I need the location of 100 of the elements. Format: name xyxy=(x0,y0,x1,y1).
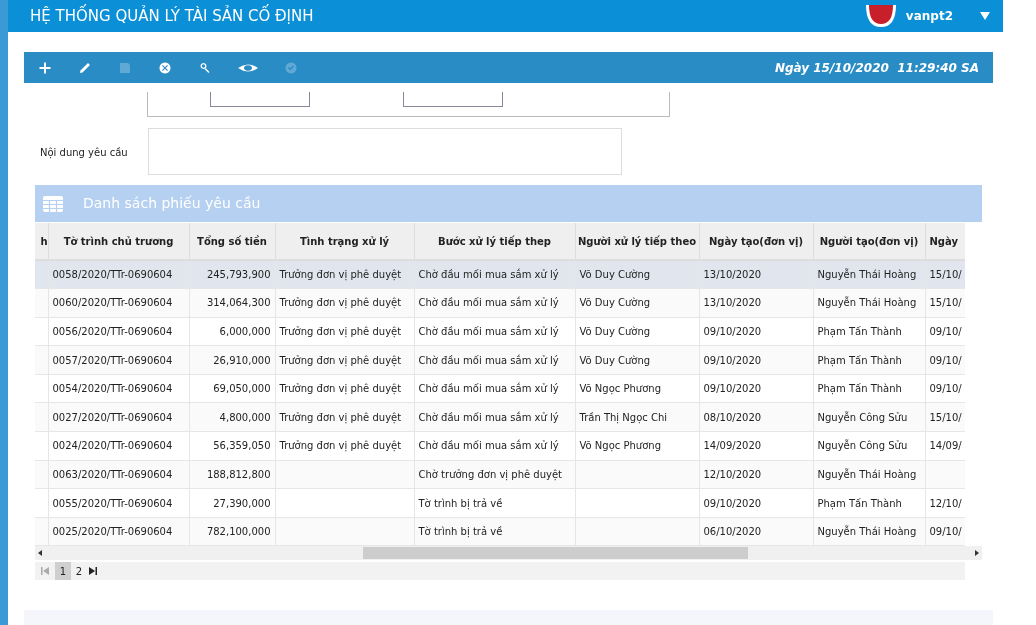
table-row[interactable]: 0054/2020/TTr-0690604 69,050,000 Trưởng đơn vị phê duyệt Chờ đầu mối mua sắm xử lý Võ Ngọc Phương 09/10/2020 Phạm Tấn Thành 09/10/ xyxy=(35,374,965,403)
table-row[interactable]: 0060/2020/TTr-0690604 314,064,300 Trưởng đơn vị phê duyệt Chờ đầu mối mua sắm xử lý Võ Duy Cường 13/10/2020 Nguyễn Thái Hoàng 15/10/ xyxy=(35,288,965,318)
table-cell: 09/10/2020 xyxy=(703,383,762,395)
table-cell: 09/10/ xyxy=(929,383,962,395)
input-field[interactable] xyxy=(403,92,503,107)
table-cell: 14/09/ xyxy=(929,440,962,452)
table-cell: Chờ đầu mối mua sắm xử lý xyxy=(418,411,559,423)
table-icon xyxy=(43,195,63,212)
date-time: Ngày 15/10/2020 11:29:40 SA xyxy=(774,59,979,77)
table-cell: Chờ đầu mối mua sắm xử lý xyxy=(418,383,559,395)
table-cell: 56,359,050 xyxy=(213,440,271,452)
table-cell: Trưởng đơn vị phê duyệt xyxy=(279,383,402,395)
logo-icon xyxy=(865,5,896,27)
table-cell: 0055/2020/TTr-0690604 xyxy=(52,497,173,509)
table-cell: 27,390,000 xyxy=(213,497,271,509)
field-label: Nội dung yêu cầu xyxy=(40,146,128,160)
table-cell: 314,064,300 xyxy=(206,297,271,309)
table-cell: Nguyễn Thái Hoàng xyxy=(817,526,917,538)
table-cell: Chờ đầu mối mua sắm xử lý xyxy=(418,354,559,366)
table-cell: 782,100,000 xyxy=(206,526,271,538)
table-cell: 15/10/ xyxy=(929,411,962,423)
table-cell: Chờ trưởng đơn vị phê duyệt xyxy=(418,468,563,480)
table-cell: Võ Ngọc Phương xyxy=(579,440,661,452)
table-cell: 14/09/2020 xyxy=(703,440,762,452)
table-cell: 0027/2020/TTr-0690604 xyxy=(52,411,173,423)
table-cell: Phạm Tấn Thành xyxy=(817,497,902,509)
add-icon[interactable] xyxy=(38,60,52,75)
table-cell: Nguyễn Công Sửu xyxy=(817,411,908,423)
delete-icon[interactable] xyxy=(158,60,172,75)
table-row[interactable]: 0063/2020/TTr-0690604 188,812,800 Chờ trưởng đơn vị phê duyệt 12/10/2020 Nguyễn Thái Hoàng xyxy=(35,460,965,489)
table-cell: Nguyễn Công Sửu xyxy=(817,440,908,452)
table-cell: 13/10/2020 xyxy=(703,269,762,281)
table-cell: Nguyễn Thái Hoàng xyxy=(817,297,917,309)
table-cell: 13/10/2020 xyxy=(703,297,762,309)
table-row[interactable]: 0024/2020/TTr-0690604 56,359,050 Trưởng đơn vị phê duyệt Chờ đầu mối mua sắm xử lý Võ Ngọc Phương 14/09/2020 Nguyễn Công Sửu 14/09/ xyxy=(35,431,965,461)
table-cell: 26,910,000 xyxy=(213,354,271,366)
table-cell: 09/10/ xyxy=(929,526,962,538)
table-row[interactable]: 0055/2020/TTr-0690604 27,390,000 Tờ trình bị trả về 09/10/2020 Phạm Tấn Thành 12/10/ xyxy=(35,488,965,518)
horizontal-scrollbar[interactable] xyxy=(35,546,982,560)
table-cell: 08/10/2020 xyxy=(703,411,762,423)
first-page-icon[interactable] xyxy=(39,565,51,577)
table-row[interactable]: 0057/2020/TTr-0690604 26,910,000 Trưởng đơn vị phê duyệt Chờ đầu mối mua sắm xử lý Võ Duy Cường 09/10/2020 Phạm Tấn Thành 09/10/ xyxy=(35,345,965,375)
search-icon[interactable] xyxy=(198,60,212,75)
table-row[interactable]: 0025/2020/TTr-0690604 782,100,000 Tờ trình bị trả về 06/10/2020 Nguyễn Thái Hoàng 09/10/ xyxy=(35,517,965,546)
page-button[interactable]: 2 xyxy=(71,562,87,580)
table-cell: 69,050,000 xyxy=(213,383,271,395)
table-cell: 09/10/ xyxy=(929,326,962,337)
table-cell: Nguyễn Thái Hoàng xyxy=(817,468,917,480)
table-cell: 0056/2020/TTr-0690604 xyxy=(52,326,173,337)
table-cell: Phạm Tấn Thành xyxy=(817,383,902,395)
table-cell: Trưởng đơn vị phê duyệt xyxy=(279,269,402,281)
user-name[interactable]: vanpt2 xyxy=(905,10,953,21)
table-cell: 245,793,900 xyxy=(206,269,271,281)
table-cell: 188,812,800 xyxy=(206,468,271,480)
table-cell: Võ Duy Cường xyxy=(579,354,651,366)
table-cell: 15/10/ xyxy=(929,269,962,281)
page-button[interactable]: 1 xyxy=(55,562,71,580)
table-cell: 0024/2020/TTr-0690604 xyxy=(52,440,173,452)
table-cell: Chờ đầu mối mua sắm xử lý xyxy=(418,326,559,337)
table-cell: 09/10/2020 xyxy=(703,354,762,366)
table-cell: 06/10/2020 xyxy=(703,526,762,538)
table-row[interactable]: 0056/2020/TTr-0690604 6,000,000 Trưởng đơn vị phê duyệt Chờ đầu mối mua sắm xử lý Võ Duy Cường 09/10/2020 Phạm Tấn Thành 09/10/ xyxy=(35,317,965,346)
table-cell: Phạm Tấn Thành xyxy=(817,326,902,337)
table-cell: Trưởng đơn vị phê duyệt xyxy=(279,440,402,452)
section-title: Danh sách phiếu yêu cầu xyxy=(83,194,261,213)
table-cell: Trưởng đơn vị phê duyệt xyxy=(279,354,402,366)
table-row[interactable]: 0027/2020/TTr-0690604 4,800,000 Trưởng đơn vị phê duyệt Chờ đầu mối mua sắm xử lý Trần Thị Ngọc Chi 08/10/2020 Nguyễn Công Sửu 15/10/ xyxy=(35,402,965,432)
scrollbar-thumb[interactable] xyxy=(363,547,748,559)
table-cell: Chờ đầu mối mua sắm xử lý xyxy=(418,297,559,309)
table-cell: 6,000,000 xyxy=(219,326,271,337)
table-cell: 09/10/2020 xyxy=(703,326,762,337)
table-cell: 09/10/2020 xyxy=(703,497,762,509)
table-cell: Võ Duy Cường xyxy=(579,297,651,309)
table-cell: 12/10/2020 xyxy=(703,468,762,480)
table-cell: 0060/2020/TTr-0690604 xyxy=(52,297,173,309)
table-cell: Tờ trình bị trả về xyxy=(418,497,503,509)
table-cell: 09/10/ xyxy=(929,354,962,366)
table-cell: Nguyễn Thái Hoàng xyxy=(817,269,917,281)
input-field[interactable] xyxy=(210,92,310,107)
table-cell: Chờ đầu mối mua sắm xử lý xyxy=(418,440,559,452)
table-row[interactable]: 0058/2020/TTr-0690604 245,793,900 Trưởng đơn vị phê duyệt Chờ đầu mối mua sắm xử lý Võ Duy Cường 13/10/2020 Nguyễn Thái Hoàng 15/10/ xyxy=(35,260,965,289)
table-cell: 0058/2020/TTr-0690604 xyxy=(52,269,173,281)
dropdown-caret-icon[interactable] xyxy=(979,11,991,21)
table-cell: Trưởng đơn vị phê duyệt xyxy=(279,297,402,309)
table-cell: 0057/2020/TTr-0690604 xyxy=(52,354,173,366)
table-cell: Chờ đầu mối mua sắm xử lý xyxy=(418,269,559,281)
pencil-icon[interactable] xyxy=(78,60,92,75)
table-cell: Phạm Tấn Thành xyxy=(817,354,902,366)
table-cell: 0025/2020/TTr-0690604 xyxy=(52,526,173,538)
table-cell: 12/10/ xyxy=(929,497,962,509)
table-cell: Trưởng đơn vị phê duyệt xyxy=(279,326,402,337)
table-cell: 4,800,000 xyxy=(219,411,271,423)
table-cell: Tờ trình bị trả về xyxy=(418,526,503,538)
last-page-icon[interactable] xyxy=(87,565,99,577)
table-cell: Võ Duy Cường xyxy=(579,269,651,281)
table-cell: 15/10/ xyxy=(929,297,962,309)
table-cell: Võ Duy Cường xyxy=(579,326,651,337)
table-cell: 0054/2020/TTr-0690604 xyxy=(52,383,173,395)
table-cell: Trưởng đơn vị phê duyệt xyxy=(279,411,402,423)
table-cell: Trần Thị Ngọc Chi xyxy=(579,411,668,423)
